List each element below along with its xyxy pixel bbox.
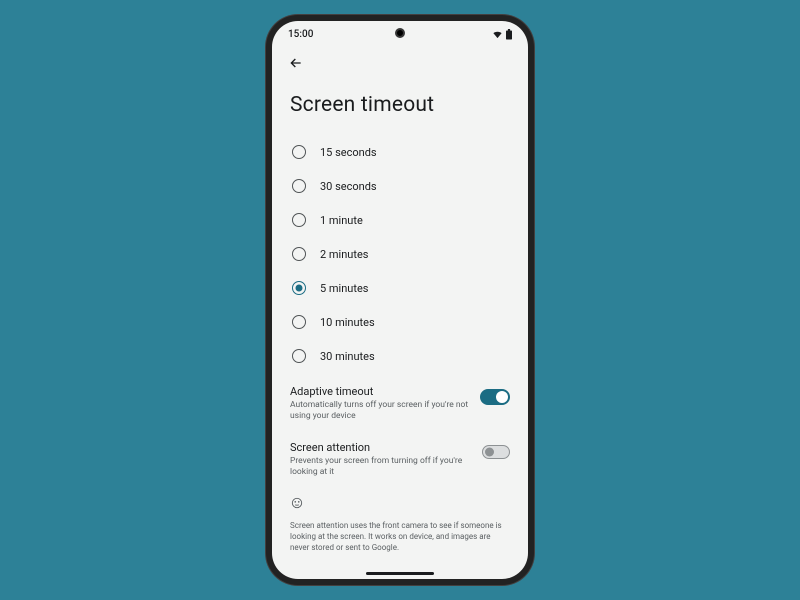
timeout-option-label: 10 minutes bbox=[320, 316, 375, 329]
timeout-option-label: 1 minute bbox=[320, 214, 363, 227]
radio-icon bbox=[292, 145, 306, 159]
page-title: Screen timeout bbox=[290, 93, 510, 117]
timeout-option[interactable]: 2 minutes bbox=[290, 237, 510, 271]
face-icon bbox=[290, 495, 510, 514]
battery-icon bbox=[506, 29, 512, 39]
status-time: 15:00 bbox=[288, 29, 313, 40]
gesture-nav-handle[interactable] bbox=[366, 572, 434, 575]
adaptive-timeout-toggle[interactable] bbox=[480, 389, 510, 405]
screen-attention-subtitle: Prevents your screen from turning off if… bbox=[290, 456, 472, 479]
radio-icon bbox=[292, 179, 306, 193]
status-right bbox=[492, 29, 512, 40]
timeout-option-label: 30 minutes bbox=[320, 350, 375, 363]
radio-icon bbox=[292, 213, 306, 227]
timeout-option-list: 15 seconds 30 seconds 1 minute 2 minutes 5 m… bbox=[290, 135, 510, 373]
timeout-option[interactable]: 30 minutes bbox=[290, 339, 510, 373]
timeout-option-label: 5 minutes bbox=[320, 282, 368, 295]
radio-icon bbox=[292, 247, 306, 261]
adaptive-timeout-text: Adaptive timeout Automatically turns off… bbox=[290, 385, 470, 423]
content-area: Screen timeout 15 seconds 30 seconds 1 min… bbox=[272, 93, 528, 553]
back-button[interactable] bbox=[284, 51, 308, 75]
timeout-option[interactable]: 10 minutes bbox=[290, 305, 510, 339]
timeout-option[interactable]: 30 seconds bbox=[290, 169, 510, 203]
wifi-icon bbox=[492, 29, 503, 40]
radio-icon bbox=[292, 315, 306, 329]
screen-attention-text: Screen attention Prevents your screen fr… bbox=[290, 441, 472, 479]
timeout-option-label: 30 seconds bbox=[320, 180, 377, 193]
info-block: Screen attention uses the front camera t… bbox=[290, 495, 510, 554]
screen-attention-row[interactable]: Screen attention Prevents your screen fr… bbox=[290, 429, 510, 485]
arrow-back-icon bbox=[288, 55, 304, 71]
phone-screen: 15:00 Screen timeout 15 seconds 30 second… bbox=[272, 21, 528, 579]
timeout-option-label: 15 seconds bbox=[320, 146, 377, 159]
camera-cutout bbox=[395, 28, 405, 38]
screen-attention-title: Screen attention bbox=[290, 441, 472, 454]
phone-frame: 15:00 Screen timeout 15 seconds 30 second… bbox=[266, 15, 534, 585]
timeout-option[interactable]: 1 minute bbox=[290, 203, 510, 237]
adaptive-timeout-row[interactable]: Adaptive timeout Automatically turns off… bbox=[290, 373, 510, 429]
app-bar bbox=[272, 47, 528, 79]
radio-icon bbox=[292, 281, 306, 295]
screen-attention-toggle[interactable] bbox=[482, 445, 510, 459]
timeout-option-label: 2 minutes bbox=[320, 248, 368, 261]
radio-icon bbox=[292, 349, 306, 363]
info-text: Screen attention uses the front camera t… bbox=[290, 520, 510, 554]
timeout-option[interactable]: 15 seconds bbox=[290, 135, 510, 169]
timeout-option[interactable]: 5 minutes bbox=[290, 271, 510, 305]
adaptive-timeout-subtitle: Automatically turns off your screen if y… bbox=[290, 400, 470, 423]
adaptive-timeout-title: Adaptive timeout bbox=[290, 385, 470, 398]
